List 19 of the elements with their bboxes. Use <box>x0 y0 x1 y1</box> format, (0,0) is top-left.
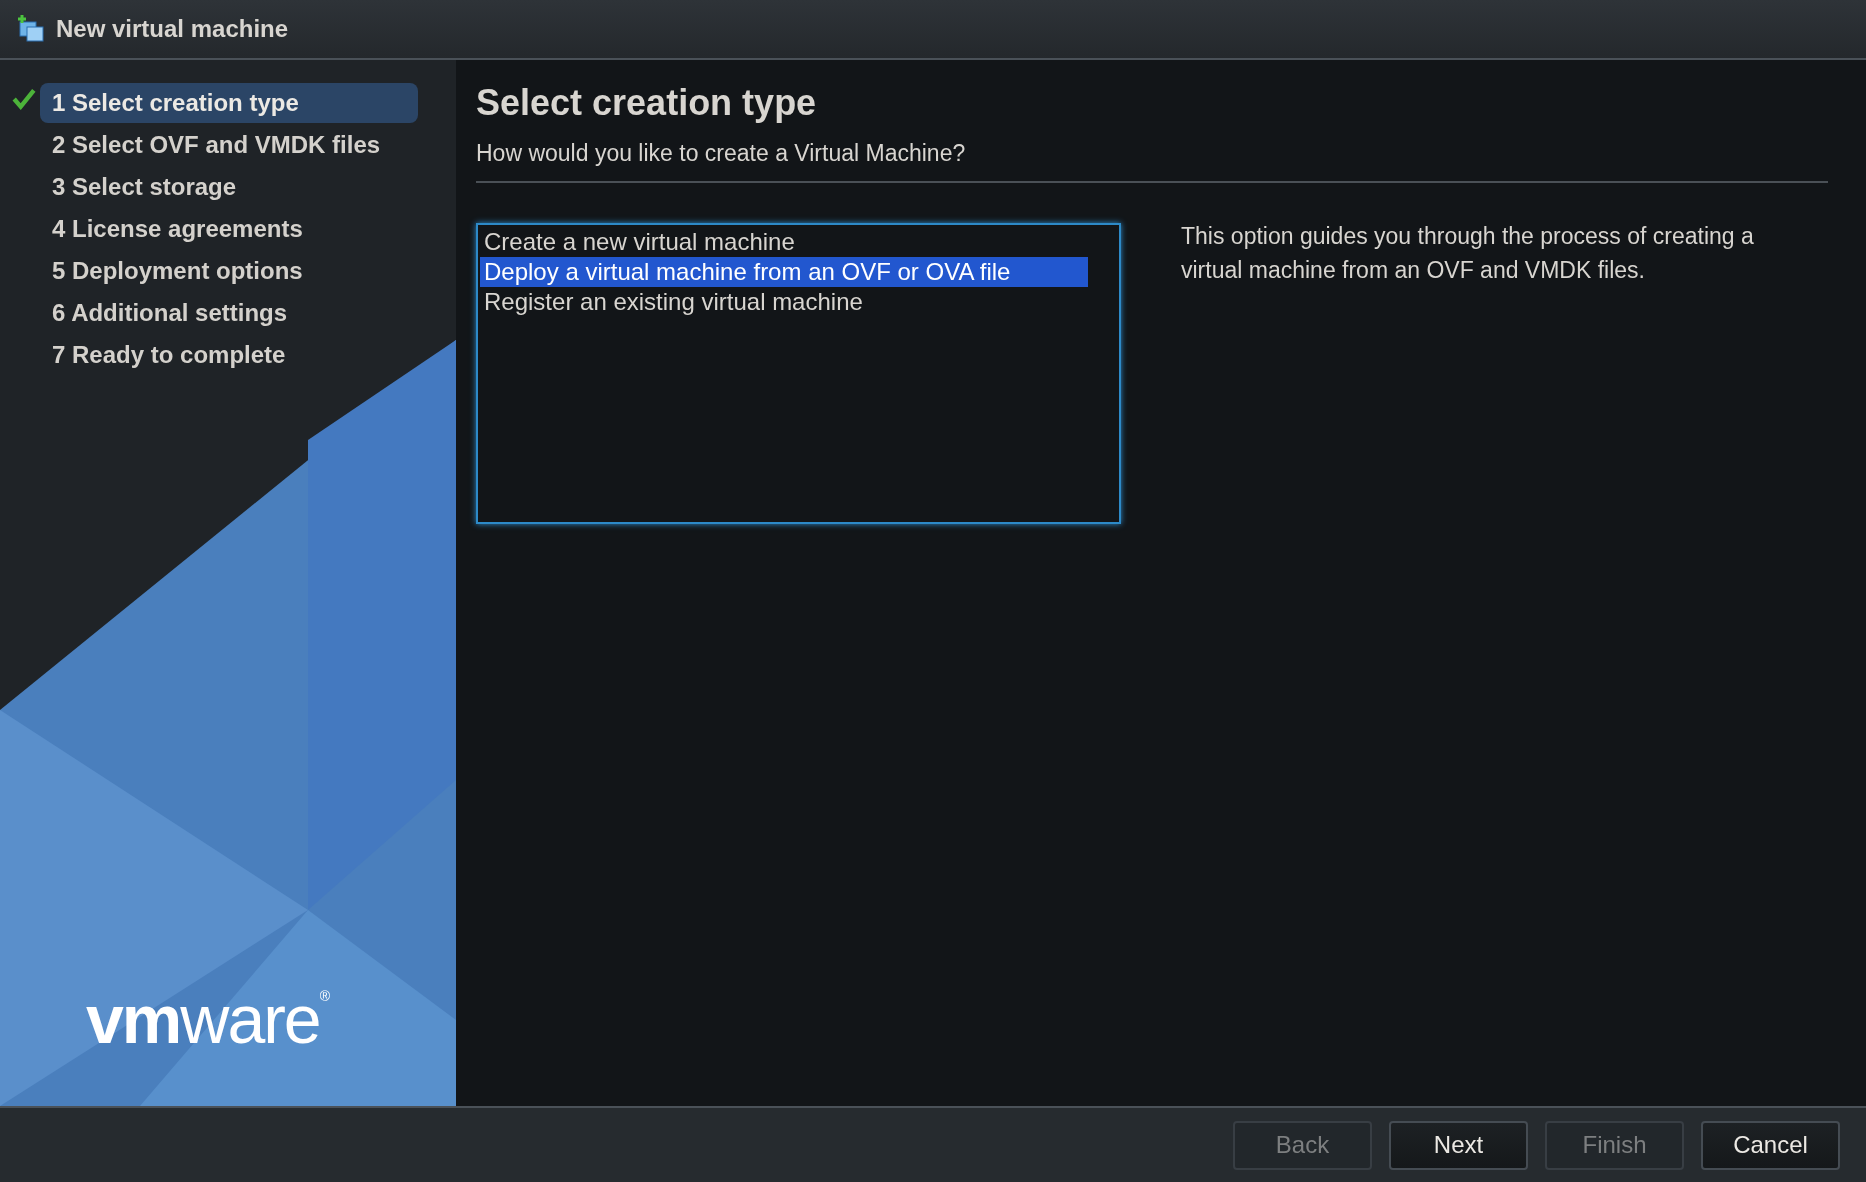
wizard-step[interactable]: 4 License agreements <box>40 209 418 249</box>
list-option[interactable]: Deploy a virtual machine from an OVF or OVA file <box>480 257 1088 287</box>
list-option[interactable]: Register an existing virtual machine <box>480 287 1088 317</box>
wizard-step[interactable]: 7 Ready to complete <box>40 335 418 375</box>
creation-type-list[interactable]: Create a new virtual machine Deploy a virtual machine from an OVF or OVA file Register an existing virtual machine <box>476 223 1121 524</box>
wizard-step[interactable]: 3 Select storage <box>40 167 418 207</box>
new-vm-icon <box>16 14 46 44</box>
wizard-button[interactable]: Cancel <box>1701 1120 1840 1170</box>
list-option[interactable]: Create a new virtual machine <box>480 227 1088 257</box>
vmware-logo: vmware$^{®}$ <box>86 980 328 1058</box>
option-description: This option guides you through the process of creating a virtual machine from an OVF and VMDK files. <box>1181 222 1755 285</box>
wizard-step[interactable]: 1 Select creation type <box>40 83 418 123</box>
wizard-step[interactable]: 6 Additional settings <box>40 293 418 333</box>
wizard-step[interactable]: 2 Select OVF and VMDK files <box>40 125 418 165</box>
wizard-button[interactable]: Next <box>1389 1120 1528 1170</box>
page-subtitle: How would you like to create a Virtual Machine? <box>476 140 1828 183</box>
window-title: New virtual machine <box>56 15 289 43</box>
page-title: Select creation type <box>476 82 818 124</box>
wizard-step[interactable]: 5 Deployment options <box>40 251 418 291</box>
